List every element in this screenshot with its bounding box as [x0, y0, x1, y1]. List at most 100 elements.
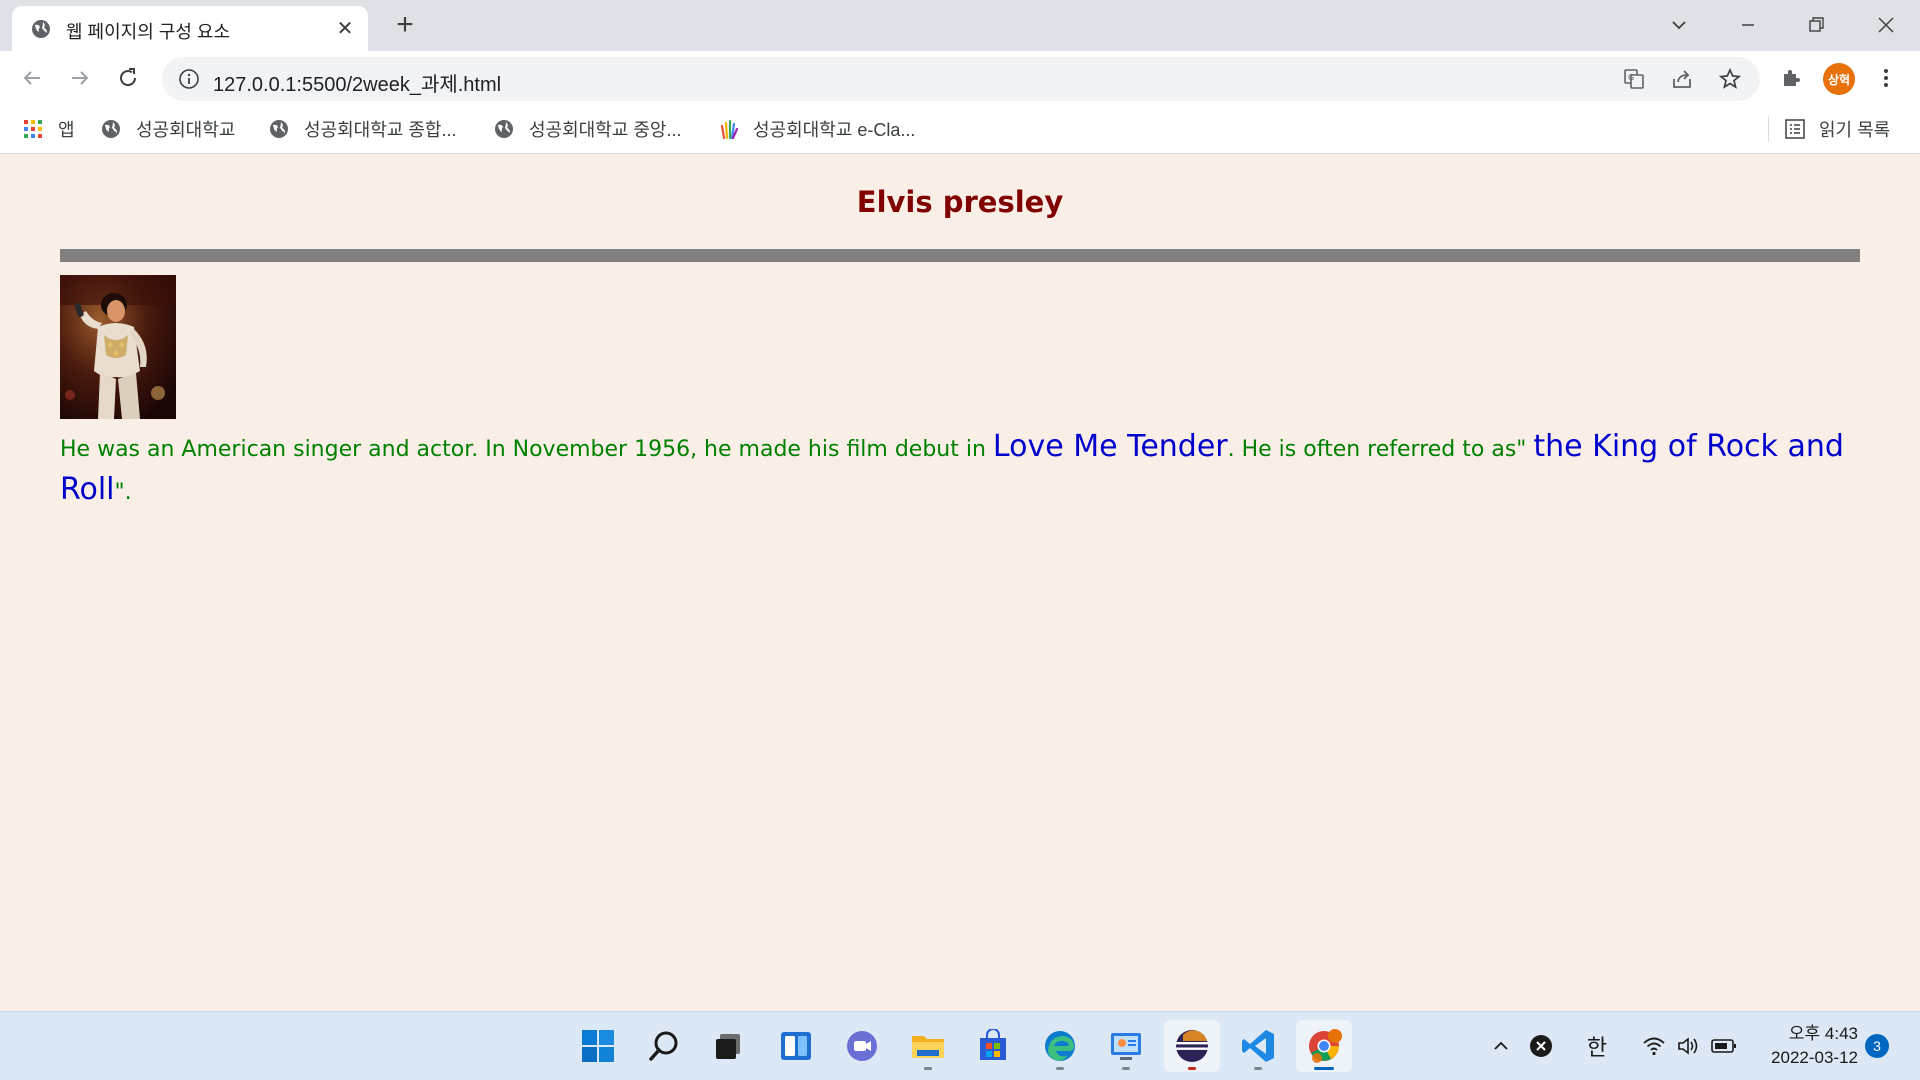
hands-logo-icon [717, 118, 739, 140]
address-bar[interactable]: 127.0.0.1:5500/2week_과제.html G [162, 57, 1760, 101]
widgets-icon [781, 1032, 811, 1060]
page-heading: Elvis presley [856, 185, 1064, 219]
teams-chat-button[interactable] [834, 1020, 890, 1072]
extensions-button[interactable] [1776, 63, 1806, 93]
apps-grid-icon [22, 118, 44, 140]
task-view-icon [716, 1034, 740, 1059]
bookmark-item[interactable]: 성공회대학교 중앙... [493, 116, 681, 142]
windows-taskbar: 한 오후 4:43 2022-03-12 3 [0, 1011, 1920, 1080]
elvis-photo [60, 275, 176, 419]
close-tab-icon[interactable]: ✕ [334, 18, 356, 40]
reload-icon [120, 68, 137, 87]
ime-indicator[interactable]: 한 [1580, 1026, 1614, 1066]
new-tab-button[interactable]: + [390, 10, 420, 41]
running-indicator [1122, 1067, 1130, 1070]
widgets-button[interactable] [768, 1020, 824, 1072]
menu-button[interactable] [1871, 63, 1901, 93]
paragraph-text: . He is often referred to as" [1227, 437, 1534, 462]
profile-avatar[interactable]: 상혁 [1823, 63, 1855, 95]
minimize-icon[interactable] [1733, 10, 1763, 40]
search-icon [649, 1031, 678, 1061]
file-explorer-button[interactable] [900, 1020, 956, 1072]
puzzle-icon [1784, 70, 1800, 86]
horizontal-rule [60, 249, 1860, 262]
wifi-button[interactable] [1638, 1026, 1670, 1066]
back-button[interactable] [16, 62, 48, 94]
paragraph-text: He was an American singer and actor. In … [60, 437, 993, 462]
start-button[interactable] [570, 1020, 626, 1072]
tab-search-icon[interactable] [1664, 10, 1694, 40]
url-text[interactable]: 127.0.0.1:5500/2week_과제.html [213, 68, 501, 97]
chevron-up-icon [1494, 1041, 1508, 1050]
windows-logo-icon [582, 1030, 614, 1062]
close-window-icon[interactable] [1871, 10, 1901, 40]
web-page: Elvis presley He was an American singer … [0, 155, 1920, 1011]
running-indicator [1314, 1067, 1334, 1070]
forward-button[interactable] [64, 62, 96, 94]
volume-button[interactable] [1672, 1026, 1704, 1066]
tab-strip: 웹 페이지의 구성 요소 ✕ + [0, 0, 1920, 51]
clock-date: 2022-03-12 [1771, 1048, 1858, 1067]
bookmark-item[interactable]: 성공회대학교 e-Cla... [717, 116, 915, 142]
reading-list-button[interactable]: 읽기 목록 [1768, 116, 1890, 142]
browser-toolbar: 127.0.0.1:5500/2week_과제.html G 상혁 [0, 51, 1920, 106]
edge-button[interactable] [1032, 1020, 1088, 1072]
translate-icon[interactable]: G [1622, 67, 1646, 91]
reload-button[interactable] [112, 62, 144, 94]
bookmark-label: 성공회대학교 [136, 120, 236, 140]
running-indicator [1056, 1067, 1064, 1070]
bookmark-label: 성공회대학교 중앙... [529, 120, 682, 140]
paragraph-text: ". [114, 480, 132, 505]
bookmark-label: 성공회대학교 종합... [304, 120, 457, 140]
globe-icon [268, 118, 290, 140]
vscode-button[interactable] [1230, 1020, 1286, 1072]
bookmark-label: 성공회대학교 e-Cla... [753, 120, 916, 140]
tray-app-button[interactable] [1526, 1026, 1556, 1066]
task-view-button[interactable] [700, 1020, 756, 1072]
site-info-icon[interactable] [178, 68, 200, 90]
chrome-icon [1309, 1029, 1342, 1063]
search-button[interactable] [636, 1020, 692, 1072]
bookmark-apps[interactable]: 앱 [22, 116, 75, 142]
bookmark-label: 앱 [58, 120, 75, 140]
arrow-left-icon [23, 71, 40, 85]
browser-tab[interactable]: 웹 페이지의 구성 요소 ✕ [12, 6, 368, 51]
bookmark-item[interactable]: 성공회대학교 종합... [268, 116, 456, 142]
vscode-icon [1242, 1030, 1274, 1062]
notification-badge[interactable]: 3 [1865, 1034, 1889, 1058]
battery-button[interactable] [1708, 1026, 1740, 1066]
chat-icon [847, 1031, 877, 1061]
battery-icon [1711, 1039, 1736, 1053]
edge-icon [1045, 1031, 1075, 1061]
bookmark-item[interactable]: 성공회대학교 [100, 116, 235, 142]
show-hidden-icons-button[interactable] [1486, 1026, 1516, 1066]
share-icon[interactable] [1670, 67, 1694, 91]
bookmarks-bar: 앱 성공회대학교 성공회대학교 종합... 성공회대학교 중앙... 성공회대학 [0, 106, 1920, 154]
globe-icon [100, 118, 122, 140]
running-indicator [1254, 1067, 1262, 1070]
folder-icon [912, 1036, 944, 1058]
star-icon[interactable] [1718, 67, 1742, 91]
close-circle-icon [1530, 1035, 1552, 1057]
movie-title-text: Love Me Tender [992, 429, 1228, 464]
system-clock[interactable]: 오후 4:43 2022-03-12 [1750, 1022, 1858, 1070]
more-vertical-icon [1884, 69, 1888, 87]
volume-icon [1678, 1037, 1698, 1055]
restore-icon[interactable] [1801, 10, 1831, 40]
biography-paragraph: He was an American singer and actor. In … [60, 427, 1870, 513]
microsoft-store-button[interactable] [965, 1020, 1021, 1072]
svg-text:G: G [1628, 73, 1634, 82]
clock-time: 오후 4:43 [1788, 1024, 1858, 1043]
remote-desktop-button[interactable] [1098, 1020, 1154, 1072]
eclipse-button[interactable] [1164, 1020, 1220, 1072]
running-indicator [1188, 1067, 1196, 1070]
reading-list-label: 읽기 목록 [1819, 120, 1891, 140]
eclipse-icon [1176, 1030, 1208, 1062]
running-indicator [924, 1067, 932, 1070]
monitor-icon [1111, 1033, 1141, 1060]
tab-title: 웹 페이지의 구성 요소 [66, 22, 231, 42]
wifi-icon [1643, 1037, 1665, 1056]
arrow-right-icon [72, 71, 89, 85]
globe-icon [493, 118, 515, 140]
chrome-button[interactable] [1296, 1020, 1352, 1072]
